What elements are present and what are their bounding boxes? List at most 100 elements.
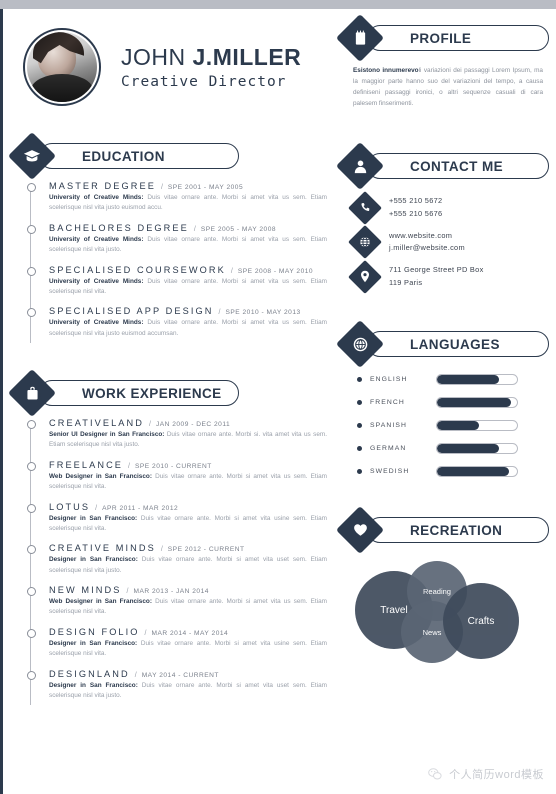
contact-header: CONTACT ME bbox=[335, 142, 549, 191]
entry-body: Web Designer in San Francisco: Duis vita… bbox=[49, 597, 333, 618]
entry-body: Designer in San Francisco: Duis vitae or… bbox=[49, 681, 333, 702]
languages-section: LANGUAGES ENGLISH FRENCH SPANISH GERMAN … bbox=[335, 320, 549, 478]
entry-head: BACHELORES DEGREE / SPE 2005 - MAY 2008 bbox=[49, 223, 333, 233]
recreation-header: RECREATION bbox=[335, 506, 549, 555]
work-entry-0: CREATIVELAND / JAN 2009 - DEC 2011 Senio… bbox=[27, 418, 333, 465]
entry-date: MAY 2014 - CURRENT bbox=[141, 671, 219, 679]
language-bar bbox=[436, 374, 518, 386]
entry-head: DESIGN FOLIO / MAR 2014 - MAY 2014 bbox=[49, 627, 333, 637]
entry-org: Designer in San Francisco: bbox=[49, 639, 138, 647]
recreation-pill: RECREATION bbox=[367, 517, 549, 544]
entry-title: BACHELORES DEGREE bbox=[49, 222, 189, 233]
entry-org: Web Designer in San Francisco: bbox=[49, 598, 152, 605]
entry-body: Designer in San Francisco: Duis vitae or… bbox=[49, 514, 333, 535]
entry-body: University of Creative Minds: Duis vitae… bbox=[49, 193, 333, 214]
language-row-0: ENGLISH bbox=[357, 374, 549, 386]
bullet-dot-icon bbox=[357, 400, 362, 406]
entry-org: University of Creative Minds: bbox=[49, 235, 144, 243]
recreation-title: RECREATION bbox=[410, 522, 503, 538]
entry-head: SPECIALISED APP DESIGN / SPE 2010 - MAY … bbox=[49, 306, 333, 316]
entry-head: NEW MINDS / MAR 2013 - JAN 2014 bbox=[49, 585, 333, 595]
recreation-section: RECREATION Travel Reading News Crafts bbox=[335, 506, 549, 675]
education-entry-2: SPECIALISED COURSEWORK / SPE 2008 - MAY … bbox=[27, 265, 333, 311]
entry-org: Web Designer in San Francisco: bbox=[49, 472, 152, 480]
language-bar-fill bbox=[437, 421, 479, 431]
top-gray-bar bbox=[0, 0, 556, 9]
entry-org: Designer in San Francisco: bbox=[49, 681, 138, 689]
recreation-bubble-crafts: Crafts bbox=[443, 583, 519, 660]
recreation-bubbles: Travel Reading News Crafts bbox=[343, 555, 549, 675]
languages-list: ENGLISH FRENCH SPANISH GERMAN SWEDISH bbox=[343, 374, 549, 478]
entry-date: SPE 2008 - MAY 2010 bbox=[237, 267, 314, 275]
location-pin-icon bbox=[353, 265, 377, 289]
last-name: J.MILLER bbox=[192, 44, 302, 71]
graduation-cap-icon bbox=[15, 139, 49, 173]
profile-lead: Esistono innumerevo bbox=[353, 67, 419, 74]
person-icon bbox=[343, 149, 377, 183]
entry-separator: / bbox=[126, 588, 129, 595]
entry-title: CREATIVE MINDS bbox=[49, 543, 156, 554]
entry-title: SPECIALISED APP DESIGN bbox=[49, 306, 214, 317]
phone-values: +555 210 5672 +555 210 5676 bbox=[389, 195, 442, 220]
globe-languages-icon bbox=[343, 327, 377, 361]
work-entry-3: CREATIVE MINDS / SPE 2012 - CURRENT Desi… bbox=[27, 543, 333, 590]
heart-icon bbox=[343, 513, 377, 547]
entry-head: MASTER DEGREE / SPE 2001 - MAY 2005 bbox=[49, 181, 333, 191]
website-url[interactable]: www.website.com bbox=[389, 230, 465, 243]
entry-body: University of Creative Minds: Duis vitae… bbox=[49, 318, 333, 339]
language-name: GERMAN bbox=[370, 445, 407, 453]
entry-title: FREELANCE bbox=[49, 459, 124, 470]
email-address[interactable]: j.miller@website.com bbox=[389, 242, 465, 255]
language-bar bbox=[436, 397, 518, 409]
work-header: WORK EXPERIENCE bbox=[7, 368, 333, 418]
bullet-dot-icon bbox=[357, 423, 362, 429]
work-entry-5: DESIGN FOLIO / MAR 2014 - MAY 2014 Desig… bbox=[27, 627, 333, 674]
education-header: EDUCATION bbox=[7, 131, 333, 181]
entry-body: Senior UI Designer in San Francisco: Dui… bbox=[49, 430, 333, 451]
language-name: SPANISH bbox=[370, 422, 408, 430]
bullet-dot-icon bbox=[357, 377, 362, 383]
language-name: ENGLISH bbox=[370, 376, 408, 384]
entry-title: CREATIVELAND bbox=[49, 418, 144, 428]
entry-date: JAN 2009 - DEC 2011 bbox=[155, 421, 231, 428]
entry-date: SPE 2010 - MAY 2013 bbox=[225, 309, 301, 317]
globe-badge bbox=[348, 225, 382, 260]
language-bar bbox=[436, 443, 518, 455]
education-entry-1: BACHELORES DEGREE / SPE 2005 - MAY 2008 … bbox=[27, 223, 333, 270]
languages-header: LANGUAGES bbox=[335, 320, 549, 369]
job-title: Creative Director bbox=[121, 73, 287, 90]
entry-date: MAR 2014 - MAY 2014 bbox=[151, 629, 229, 637]
entry-separator: / bbox=[230, 267, 233, 275]
web-values: www.website.com j.miller@website.com bbox=[389, 230, 465, 255]
entry-date: SPE 2010 - CURRENT bbox=[135, 462, 212, 470]
contact-row-address: 711 George Street PD Box 119 Paris bbox=[348, 259, 549, 294]
resume-page: JOHN J.MILLER Creative Director EDUCATIO… bbox=[0, 9, 556, 794]
work-pill: WORK EXPERIENCE bbox=[39, 380, 239, 406]
location-badge bbox=[348, 259, 382, 294]
language-bar-fill bbox=[437, 444, 499, 454]
resume-header: JOHN J.MILLER Creative Director bbox=[15, 21, 333, 113]
entry-date: SPE 2005 - MAY 2008 bbox=[200, 225, 277, 233]
language-bar bbox=[436, 466, 518, 478]
briefcase-icon bbox=[15, 376, 49, 410]
work-entry-1: FREELANCE / SPE 2010 - CURRENT Web Desig… bbox=[27, 460, 333, 507]
contact-section: CONTACT ME +555 210 5672 +555 210 5676 w… bbox=[335, 142, 549, 294]
language-row-4: SWEDISH bbox=[357, 466, 549, 478]
entry-separator: / bbox=[160, 546, 163, 554]
address-values: 711 George Street PD Box 119 Paris bbox=[389, 264, 484, 289]
contact-pill: CONTACT ME bbox=[367, 153, 549, 180]
entry-separator: / bbox=[95, 504, 98, 512]
globe-icon bbox=[353, 230, 377, 254]
entry-date: SPE 2012 - CURRENT bbox=[167, 546, 245, 554]
language-name: FRENCH bbox=[370, 399, 405, 407]
work-title: WORK EXPERIENCE bbox=[82, 385, 222, 401]
entry-date: APR 2011 - MAR 2012 bbox=[102, 504, 179, 512]
entry-head: FREELANCE / SPE 2010 - CURRENT bbox=[49, 460, 333, 470]
phone-icon bbox=[353, 196, 377, 220]
entry-title: DESIGNLAND bbox=[49, 668, 130, 679]
phone-line-1: +555 210 5672 bbox=[389, 196, 443, 206]
work-entry-6: DESIGNLAND / MAY 2014 - CURRENT Designer… bbox=[27, 669, 333, 711]
work-entry-2: LOTUS / APR 2011 - MAR 2012 Designer in … bbox=[27, 502, 333, 548]
education-title: EDUCATION bbox=[82, 148, 165, 164]
entry-org: Designer in San Francisco: bbox=[49, 556, 138, 564]
